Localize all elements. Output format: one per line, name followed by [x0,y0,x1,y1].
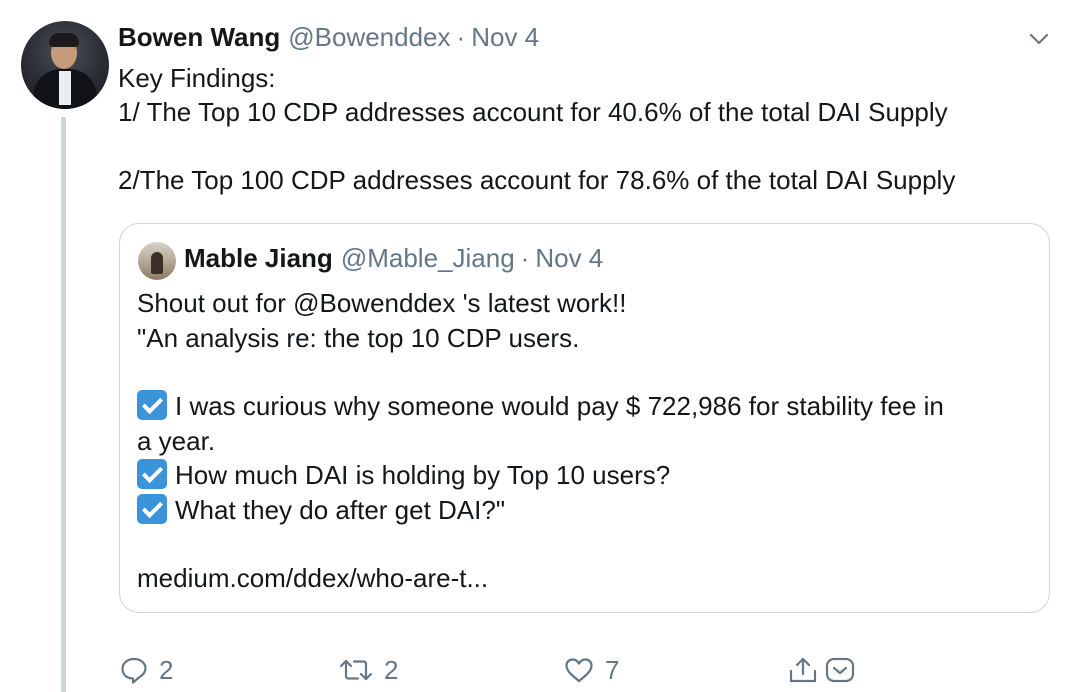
avatar-shirt-shape [59,71,71,105]
checklist-text: How much DAI is holding by Top 10 users? [175,460,671,490]
line-break [137,355,944,389]
reply-button[interactable]: 2 [119,648,173,692]
quote-author-handle[interactable]: @Mable_Jiang [341,243,515,274]
dm-button[interactable] [823,648,857,692]
tweet-date[interactable]: Nov 4 [471,22,539,53]
checkmark-icon [137,493,167,524]
retweet-count: 2 [384,654,399,685]
reply-icon [121,657,147,684]
quote-date[interactable]: Nov 4 [535,243,603,274]
reply-count: 2 [159,654,174,685]
line-break [118,129,955,163]
checklist-continuation: a year. [137,425,216,456]
checklist-item: How much DAI is holding by Top 10 users? [137,458,944,493]
heart-icon [565,658,593,683]
share-icon [789,657,817,683]
quote-header-separator: · [520,243,530,273]
tooltip-chevron-icon [825,657,855,683]
like-button[interactable]: 7 [563,648,619,692]
retweet-icon [339,659,373,681]
tweet-line: Key Findings: [118,63,276,93]
header-separator: · [456,22,466,52]
checklist-item: What they do after get DAI?" [137,493,944,528]
quote-line: Shout out for @Bowenddex 's latest work!… [137,288,627,318]
tweet-header: Bowen Wang @Bowenddex · Nov 4 [118,22,539,56]
checkmark-icon [137,459,167,489]
checkmark-icon [137,390,167,420]
quote-author-name[interactable]: Mable Jiang [184,243,333,274]
quote-header: Mable Jiang @Mable_Jiang · Nov 4 [184,243,603,274]
quote-line: "An analysis re: the top 10 CDP users. [137,322,580,353]
line-break [137,527,944,561]
chevron-down-icon[interactable] [1026,26,1052,52]
share-button[interactable] [787,648,819,692]
quote-link[interactable]: medium.com/ddex/who-are-t... [137,561,944,596]
thread-line [61,117,66,692]
retweet-button[interactable]: 2 [338,648,398,692]
avatar-hair-shape [49,33,79,47]
tweet-line: 2/The Top 100 CDP addresses account for … [118,165,956,195]
tweet-text: Key Findings: 1/ The Top 10 CDP addresse… [118,61,955,197]
checklist-text: I was curious why someone would pay $ 72… [175,391,944,421]
author-handle[interactable]: @Bowenddex [288,22,450,53]
like-count: 7 [605,654,620,685]
author-name[interactable]: Bowen Wang [118,22,280,53]
tweet-actions: 2 2 7 [0,648,1080,692]
checklist-text: What they do after get DAI?" [175,494,506,525]
tweet-line: 1/ The Top 10 CDP addresses account for … [118,97,948,127]
quote-avatar-figure-shape [151,252,163,274]
checklist-item: I was curious why someone would pay $ 72… [137,389,944,424]
quoted-tweet[interactable]: Mable Jiang @Mable_Jiang · Nov 4 Shout o… [119,223,1050,613]
quote-text: Shout out for @Bowenddex 's latest work!… [137,286,944,596]
quote-avatar[interactable] [138,242,176,280]
author-avatar[interactable] [21,21,109,109]
tweet[interactable]: Bowen Wang @Bowenddex · Nov 4 Key Findin… [0,0,1080,692]
